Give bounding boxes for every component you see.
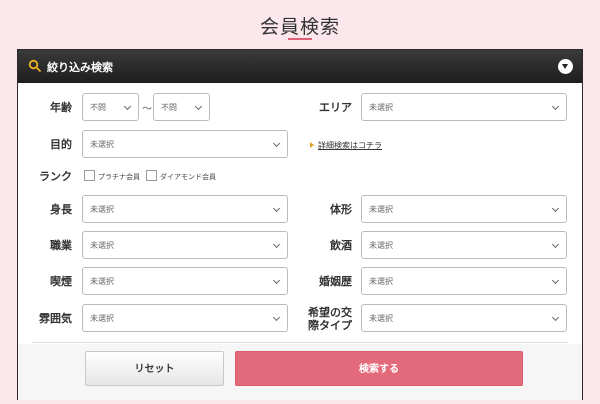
chevron-down-icon xyxy=(272,139,281,148)
chevron-down-icon xyxy=(551,276,560,285)
chevron-down-icon xyxy=(272,313,281,322)
title-underline xyxy=(288,38,312,40)
job-value: 未選択 xyxy=(90,241,114,250)
mood-select[interactable]: 未選択 xyxy=(82,304,288,332)
marriage-history-value: 未選択 xyxy=(369,277,393,286)
body-type-select[interactable]: 未選択 xyxy=(361,195,567,223)
platinum-checkbox-label: プラチナ会員 xyxy=(98,173,140,181)
panel-header[interactable]: 絞り込み検索 xyxy=(18,50,582,83)
smoke-select[interactable]: 未選択 xyxy=(82,267,288,295)
chevron-down-icon xyxy=(272,240,281,249)
detail-search-link[interactable]: 詳細検索はコチラ xyxy=(318,140,382,151)
panel-header-label: 絞り込み検索 xyxy=(47,61,113,74)
age-label: 年齢 xyxy=(50,101,72,114)
purpose-select[interactable]: 未選択 xyxy=(82,130,288,158)
purpose-value: 未選択 xyxy=(90,140,114,149)
triangle-right-icon xyxy=(310,142,314,148)
search-panel: 絞り込み検索 年齢 不問 〜 不問 エリア 未選択 目的 未選択 詳細検索はコチ… xyxy=(17,49,583,400)
marriage-history-label: 婚姻歴 xyxy=(319,275,352,288)
height-select[interactable]: 未選択 xyxy=(82,195,288,223)
chevron-down-icon xyxy=(272,276,281,285)
area-label: エリア xyxy=(319,101,352,114)
divider xyxy=(32,342,568,343)
diamond-checkbox-label: ダイアモンド会員 xyxy=(160,173,216,181)
relation-type-value: 未選択 xyxy=(369,314,393,323)
job-select[interactable]: 未選択 xyxy=(82,231,288,259)
search-button[interactable]: 検索する xyxy=(235,351,523,386)
age-to-value: 不問 xyxy=(161,103,177,112)
reset-button[interactable]: リセット xyxy=(85,351,224,386)
chevron-down-icon xyxy=(272,204,281,213)
drink-label: 飲酒 xyxy=(330,239,352,252)
platinum-checkbox[interactable] xyxy=(84,170,95,181)
chevron-down-icon xyxy=(551,240,560,249)
chevron-down-icon xyxy=(551,313,560,322)
chevron-down-icon xyxy=(123,102,132,111)
height-value: 未選択 xyxy=(90,205,114,214)
chevron-down-icon xyxy=(551,102,560,111)
relation-type-select[interactable]: 未選択 xyxy=(361,304,567,332)
drink-select[interactable]: 未選択 xyxy=(361,231,567,259)
smoke-value: 未選択 xyxy=(90,277,114,286)
mood-label: 雰囲気 xyxy=(39,312,72,325)
age-range-tilde: 〜 xyxy=(142,104,152,115)
area-value: 未選択 xyxy=(369,103,393,112)
age-from-select[interactable]: 不問 xyxy=(82,93,139,121)
area-select[interactable]: 未選択 xyxy=(361,93,567,121)
age-to-select[interactable]: 不問 xyxy=(153,93,210,121)
height-label: 身長 xyxy=(50,203,72,216)
chevron-down-icon xyxy=(551,204,560,213)
search-icon xyxy=(28,59,41,72)
marriage-history-select[interactable]: 未選択 xyxy=(361,267,567,295)
chevron-down-icon xyxy=(194,102,203,111)
panel-footer: リセット 検索する xyxy=(18,344,582,400)
page-title: 会員検索 xyxy=(259,16,340,38)
rank-label: ランク xyxy=(39,170,72,183)
body-type-label: 体形 xyxy=(330,203,352,216)
mood-value: 未選択 xyxy=(90,314,114,323)
purpose-label: 目的 xyxy=(50,138,72,151)
body-type-value: 未選択 xyxy=(369,205,393,214)
relation-type-label-line1: 希望の交 xyxy=(308,306,352,319)
job-label: 職業 xyxy=(50,239,72,252)
smoke-label: 喫煙 xyxy=(50,275,72,288)
age-from-value: 不問 xyxy=(90,103,106,112)
drink-value: 未選択 xyxy=(369,241,393,250)
chevron-down-circle-icon[interactable] xyxy=(558,59,573,74)
relation-type-label-line2: 際タイプ xyxy=(308,319,352,332)
diamond-checkbox[interactable] xyxy=(146,170,157,181)
